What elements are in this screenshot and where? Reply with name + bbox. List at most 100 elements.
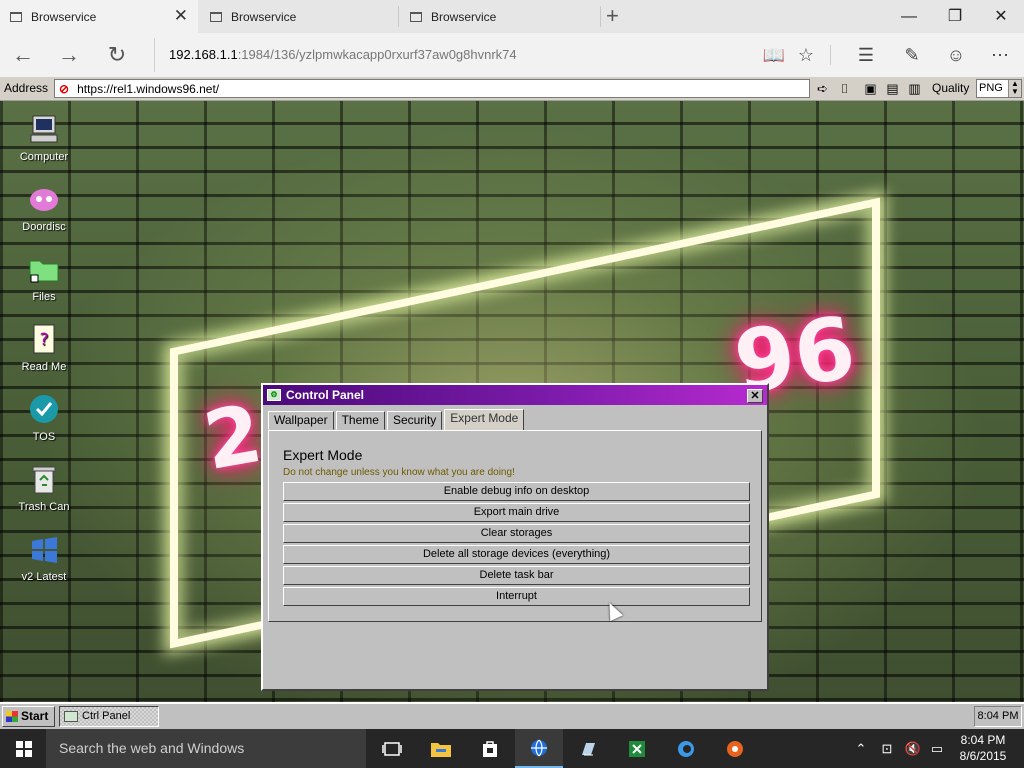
w96-taskbar: Start Ctrl Panel 8:04 PM [0, 702, 1024, 729]
windows-taskbar: Search the web and Windows ⌃ ⊡ 🔇 ▭ 8:04 … [0, 729, 1024, 768]
download-icon[interactable]: ▤ [884, 80, 901, 97]
tab-expert-mode[interactable]: Expert Mode [444, 409, 525, 430]
desktop-icon-label: Read Me [21, 361, 67, 373]
quality-value: PNG [979, 82, 1003, 94]
browser-tab-3[interactable]: Browservice [400, 0, 598, 33]
tos-check-icon [30, 395, 58, 423]
address-field[interactable]: ⊘ [54, 79, 810, 98]
system-clock[interactable]: 8:04 PM 8/6/2015 [956, 732, 1010, 764]
window-close-icon[interactable]: ✕ [978, 0, 1024, 33]
task-view-icon[interactable] [368, 729, 416, 768]
media-app-icon[interactable] [711, 729, 759, 768]
browser-tab-2[interactable]: Browservice [200, 0, 398, 33]
refresh-icon[interactable]: ↻ [102, 40, 132, 70]
volume-muted-icon[interactable]: 🔇 [902, 729, 924, 768]
windows-logo-icon [16, 741, 32, 757]
new-tab-icon[interactable]: + [606, 4, 619, 28]
enable-debug-info-button[interactable]: Enable debug info on desktop [283, 482, 750, 501]
network-icon[interactable]: ⊡ [876, 729, 898, 768]
desktop-icon-doordisc[interactable]: Doordisc [14, 183, 74, 233]
clipboard-icon[interactable]: ▥ [906, 80, 923, 97]
tab-security[interactable]: Security [386, 411, 443, 430]
desktop-icon-label: Doordisc [22, 221, 66, 233]
restore-icon[interactable]: ❐ [932, 0, 978, 33]
forward-arrow-icon[interactable]: → [54, 40, 84, 70]
go-arrow-icon[interactable]: ➪ [814, 80, 831, 97]
warning-text: Do not change unless you know what you a… [283, 467, 515, 478]
favorite-star-icon[interactable]: ☆ [792, 41, 820, 69]
show-hidden-icons-icon[interactable]: ⌃ [852, 729, 870, 768]
desktop-icon-label: TOS [32, 431, 56, 443]
page-icon [210, 11, 222, 22]
tab-theme[interactable]: Theme [335, 411, 385, 430]
hub-icon[interactable]: ☰ [852, 41, 880, 69]
desktop-icon-trash[interactable]: Trash Can [14, 463, 74, 513]
windows96-logo-icon [6, 711, 18, 722]
export-main-drive-button[interactable]: Export main drive [283, 503, 750, 522]
computer-icon [30, 115, 58, 143]
url-path: :1984/136/yzlpmwkacapp0rxurf37aw0g8hvnrk… [237, 47, 517, 62]
svg-text:?: ? [39, 330, 48, 350]
tab-close-icon[interactable]: ✕ [174, 7, 188, 25]
store-icon[interactable] [466, 729, 514, 768]
control-panel-app-icon [64, 711, 78, 722]
w96-start-button[interactable]: Start [2, 706, 55, 727]
back-arrow-icon[interactable]: ← [8, 40, 38, 70]
browser-tab-strip: Browservice ✕ Browservice Browservice + … [0, 0, 1024, 33]
desktop-icon-label: Trash Can [18, 501, 70, 513]
url-host: 192.168.1.1 [169, 47, 238, 62]
expert-mode-pane: Expert Mode Do not change unless you kno… [268, 430, 762, 622]
search-box[interactable]: Search the web and Windows [46, 729, 366, 768]
desktop-icon-files[interactable]: Files [14, 253, 74, 303]
page-icon [10, 11, 22, 22]
taskbar-item-label: Ctrl Panel [82, 710, 131, 722]
delete-all-storage-button[interactable]: Delete all storage devices (everything) [283, 545, 750, 564]
bookmarks-list-icon[interactable]: ▣ [862, 80, 879, 97]
browser-tab-1[interactable]: Browservice ✕ [0, 0, 198, 33]
notepad-app-icon[interactable] [564, 729, 612, 768]
tab-title: Browservice [231, 9, 297, 24]
taskbar-item-ctrl-panel[interactable]: Ctrl Panel [59, 706, 159, 727]
window-close-button[interactable]: ✕ [747, 389, 763, 403]
file-explorer-icon[interactable] [417, 729, 465, 768]
desktop-icon-computer[interactable]: Computer [14, 113, 74, 163]
windows-start-button[interactable] [0, 729, 46, 768]
feedback-smiley-icon[interactable]: ☺ [942, 41, 970, 69]
desktop-icon-tos[interactable]: TOS [14, 393, 74, 443]
spinner-arrows-icon[interactable]: ▲ ▼ [1008, 80, 1021, 97]
clock-time: 8:04 PM [960, 733, 1006, 747]
readme-icon: ? [33, 324, 55, 354]
insecure-warning-icon: ⊘ [59, 81, 70, 96]
browservice-bar: Address ⊘ ➪ ⌷ ▣ ▤ ▥ Quality PNG ▲▼ [0, 77, 1024, 101]
minimize-icon[interactable]: — [886, 0, 932, 33]
toolbar-separator [830, 45, 831, 65]
tab-separator [600, 6, 601, 27]
tab-wallpaper[interactable]: Wallpaper [268, 411, 334, 430]
control-panel-app-icon: ⚙ [267, 389, 281, 401]
tab-title: Browservice [431, 9, 497, 24]
interrupt-button[interactable]: Interrupt [283, 587, 750, 606]
quality-select[interactable]: PNG ▲ ▼ [976, 79, 1022, 98]
quality-label: Quality [932, 81, 970, 95]
trash-can-icon [32, 466, 56, 494]
desktop-icon-readme[interactable]: ? Read Me [14, 323, 74, 373]
more-menu-icon[interactable]: ⋯ [986, 41, 1014, 69]
web-note-icon[interactable]: ✎ [898, 41, 926, 69]
edge-app-icon[interactable] [662, 729, 710, 768]
clear-storages-button[interactable]: Clear storages [283, 524, 750, 543]
tab-title: Browservice [31, 9, 97, 24]
control-panel-titlebar[interactable]: ⚙ Control Panel [263, 385, 767, 405]
url-field[interactable]: 192.168.1.1:1984/136/yzlpmwkacapp0rxurf3… [154, 38, 754, 72]
address-input[interactable] [77, 81, 758, 96]
browser-app-icon[interactable] [515, 729, 563, 768]
delete-task-bar-button[interactable]: Delete task bar [283, 566, 750, 585]
page-icon [410, 11, 422, 22]
reading-view-icon[interactable]: 📖 [760, 41, 788, 69]
action-center-icon[interactable]: ▭ [926, 729, 948, 768]
v2-latest-icon [32, 537, 57, 563]
control-panel-window: ⚙ Control Panel ✕ Wallpaper Theme Securi… [261, 383, 769, 691]
bookmark-icon[interactable]: ⌷ [836, 80, 853, 97]
tab-separator [398, 6, 399, 27]
desktop-icon-v2-latest[interactable]: v2 Latest [14, 533, 74, 583]
excel-app-icon[interactable] [613, 729, 661, 768]
